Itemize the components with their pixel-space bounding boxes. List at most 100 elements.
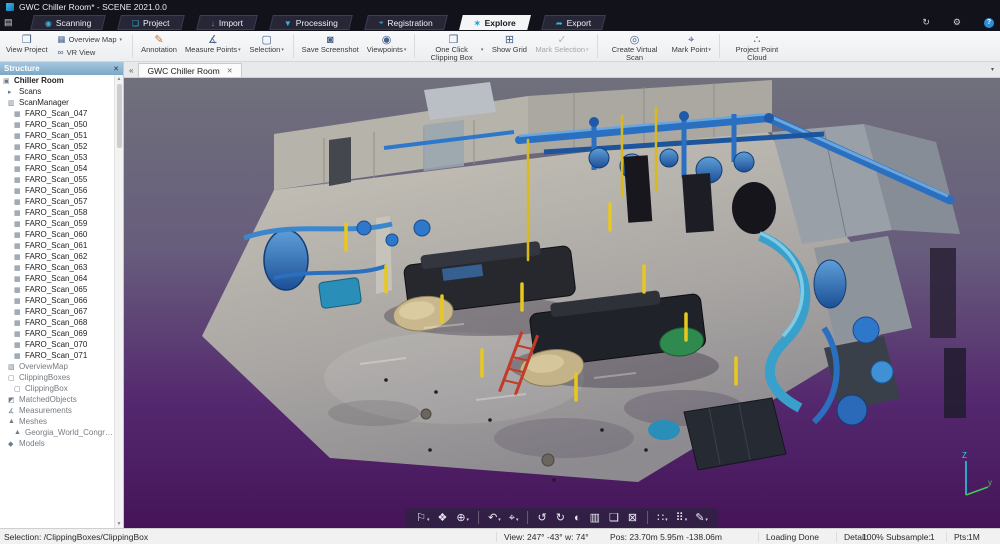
view-project-button[interactable]: ❒ View Project [2, 32, 52, 60]
measure-tool-button[interactable]: ⚐ ▾ [416, 512, 429, 524]
show-grid-button[interactable]: ⊞ Show Grid [487, 32, 531, 60]
tab-registration[interactable]: ⌖Registration [364, 15, 448, 30]
viewport-toolbar: ⚐ ▾ ❖ ⊕ ▾ [406, 508, 718, 527]
tree-item[interactable]: ▦ FARO_Scan_050 [0, 119, 114, 130]
spin-view-button[interactable]: ↻ [556, 512, 566, 524]
panel-title: Structure [4, 64, 40, 73]
histogram-button[interactable]: ▥ [590, 512, 601, 524]
tree-item[interactable]: ▦ FARO_Scan_053 [0, 152, 114, 163]
viewport-toolbar-divider[interactable] [647, 511, 648, 524]
close-panel-icon[interactable]: ✕ [113, 65, 119, 73]
vr-view-button[interactable]: ∞ VR View [55, 47, 125, 58]
caret-down-icon: ▾ [586, 47, 589, 53]
tree-item-label: Chiller Room [14, 76, 64, 85]
orbit-view-button[interactable]: ↺ [538, 512, 548, 524]
contrast-view-button[interactable]: ◐ [574, 512, 582, 524]
tree-item[interactable]: ▢ ClippingBoxes [0, 372, 114, 383]
tree-item[interactable]: ▧ OverviewMap [0, 361, 114, 372]
tab-explore[interactable]: ✶Explore [459, 15, 531, 30]
grid-display-button[interactable]: ∷ ▾ [657, 512, 668, 524]
sync-icon[interactable]: ↻ [922, 17, 930, 28]
tree-item[interactable]: ▦ FARO_Scan_061 [0, 240, 114, 251]
mark-point-button[interactable]: ⌖ Mark Point▾ [668, 32, 715, 60]
tree-item[interactable]: ▦ FARO_Scan_060 [0, 229, 114, 240]
tree-item[interactable]: ▦ FARO_Scan_070 [0, 339, 114, 350]
tab-import[interactable]: ↓Import [196, 15, 258, 30]
tab-project[interactable]: ❏Project [117, 15, 184, 30]
point-display-button[interactable]: ⠿ ▾ [676, 512, 688, 524]
tree-item[interactable]: ▲ Georgia_World_Congress_Center_Chiller_… [0, 427, 114, 438]
appearance-button[interactable]: ✎ ▾ [695, 512, 708, 524]
window-title: GWC Chiller Room* - SCENE 2021.0.0 [19, 2, 167, 12]
tree-item[interactable]: ▦ FARO_Scan_062 [0, 251, 114, 262]
scroll-up-icon[interactable]: ▲ [117, 75, 122, 83]
tree-item[interactable]: ▦ FARO_Scan_052 [0, 141, 114, 152]
selection-button[interactable]: ▢ Selection▾ [245, 32, 289, 60]
project-point-cloud-button[interactable]: ∴ Project Point Cloud [724, 32, 790, 60]
caret-down-icon: ▾ [498, 516, 501, 524]
tree-item[interactable]: ◩ MatchedObjects [0, 394, 114, 405]
collapse-panel-icon[interactable]: « [129, 66, 133, 75]
document-tab[interactable]: GWC Chiller Room ✕ [138, 63, 241, 77]
viewpoints-button[interactable]: ◉ Viewpoints▾ [363, 32, 411, 60]
previous-view-button[interactable]: ↶ ▾ [488, 512, 501, 524]
tree-item[interactable]: ▦ FARO_Scan_067 [0, 306, 114, 317]
annotation-button[interactable]: ✎ Annotation [137, 32, 181, 60]
registration-tab-icon: ⌖ [379, 18, 384, 28]
tree-item[interactable]: ◆ Models [0, 438, 114, 449]
fullscreen-button[interactable]: ⊠ [628, 512, 638, 524]
tree-item-icon: ▦ [14, 297, 22, 305]
tree-item[interactable]: ▦ FARO_Scan_056 [0, 185, 114, 196]
tab-scanning[interactable]: ◉Scanning [30, 15, 106, 30]
pan-tool-button[interactable]: ❖ [437, 512, 448, 524]
tree-item-icon: ▦ [14, 264, 22, 272]
viewport-toolbar-divider[interactable] [528, 511, 529, 524]
create-virtual-scan-button[interactable]: ◎ Create Virtual Scan [602, 32, 668, 60]
tree-item[interactable]: ▲ Meshes [0, 416, 114, 427]
tree-item[interactable]: ▦ FARO_Scan_069 [0, 328, 114, 339]
view-cube-button[interactable]: ❑ [609, 512, 620, 524]
status-points-value: 1M [968, 532, 980, 542]
measure-points-button[interactable]: ∡ Measure Points▾ [181, 32, 245, 60]
tree-item[interactable]: ▣ Chiller Room [0, 75, 114, 86]
tree-item-label: OverviewMap [19, 362, 68, 371]
scrollbar-thumb[interactable] [117, 84, 122, 148]
tab-processing[interactable]: ▼Processing [269, 15, 353, 30]
caret-down-icon: ▾ [481, 47, 484, 53]
close-tab-icon[interactable]: ✕ [227, 67, 233, 75]
tree-item[interactable]: ▦ FARO_Scan_057 [0, 196, 114, 207]
tree-item[interactable]: ▦ FARO_Scan_055 [0, 174, 114, 185]
tree-item[interactable]: ▦ FARO_Scan_071 [0, 350, 114, 361]
tree-item[interactable]: ▥ ScanManager [0, 97, 114, 108]
overview-map-button[interactable]: ▦ Overview Map ▾ [55, 34, 125, 45]
tab-export[interactable]: ➦Export [542, 15, 607, 30]
mark-selection-button[interactable]: ✓ Mark Selection▾ [531, 32, 592, 60]
tab-list-dropdown-icon[interactable]: ▾ [991, 66, 994, 73]
tree-item[interactable]: ▸ Scans [0, 86, 114, 97]
viewport-3d[interactable]: ⚐ ▾ ❖ ⊕ ▾ [124, 78, 1000, 528]
settings-gear-icon[interactable]: ⚙ [953, 17, 961, 28]
tree-item[interactable]: ▦ FARO_Scan_063 [0, 262, 114, 273]
tree-item[interactable]: ▦ FARO_Scan_059 [0, 218, 114, 229]
tree-item[interactable]: ▢ ClippingBox [0, 383, 114, 394]
viewport-toolbar-divider[interactable] [478, 511, 479, 524]
zoom-tool-button[interactable]: ⊕ ▾ [456, 512, 469, 524]
scroll-down-icon[interactable]: ▼ [117, 520, 122, 528]
tree-item[interactable]: ▦ FARO_Scan_066 [0, 295, 114, 306]
tree-item[interactable]: ∡ Measurements [0, 405, 114, 416]
button-label: Overview Map [69, 35, 117, 44]
help-icon[interactable]: ? [984, 18, 994, 28]
tree-item[interactable]: ▦ FARO_Scan_047 [0, 108, 114, 119]
tree-item[interactable]: ▦ FARO_Scan_068 [0, 317, 114, 328]
one-click-clipping-box-button[interactable]: ❐ One Click Clipping Box▾ [419, 32, 487, 60]
tree-item-label: MatchedObjects [19, 395, 77, 404]
seek-target-button[interactable]: ⌖ ▾ [509, 512, 519, 524]
file-menu-icon[interactable]: ▤ [4, 17, 13, 28]
tree-item[interactable]: ▦ FARO_Scan_051 [0, 130, 114, 141]
save-screenshot-button[interactable]: ◙ Save Screenshot [298, 32, 363, 60]
tree-item[interactable]: ▦ FARO_Scan_054 [0, 163, 114, 174]
tree-item[interactable]: ▦ FARO_Scan_065 [0, 284, 114, 295]
structure-scrollbar[interactable]: ▲ ▼ [114, 75, 123, 528]
tree-item[interactable]: ▦ FARO_Scan_064 [0, 273, 114, 284]
tree-item[interactable]: ▦ FARO_Scan_058 [0, 207, 114, 218]
